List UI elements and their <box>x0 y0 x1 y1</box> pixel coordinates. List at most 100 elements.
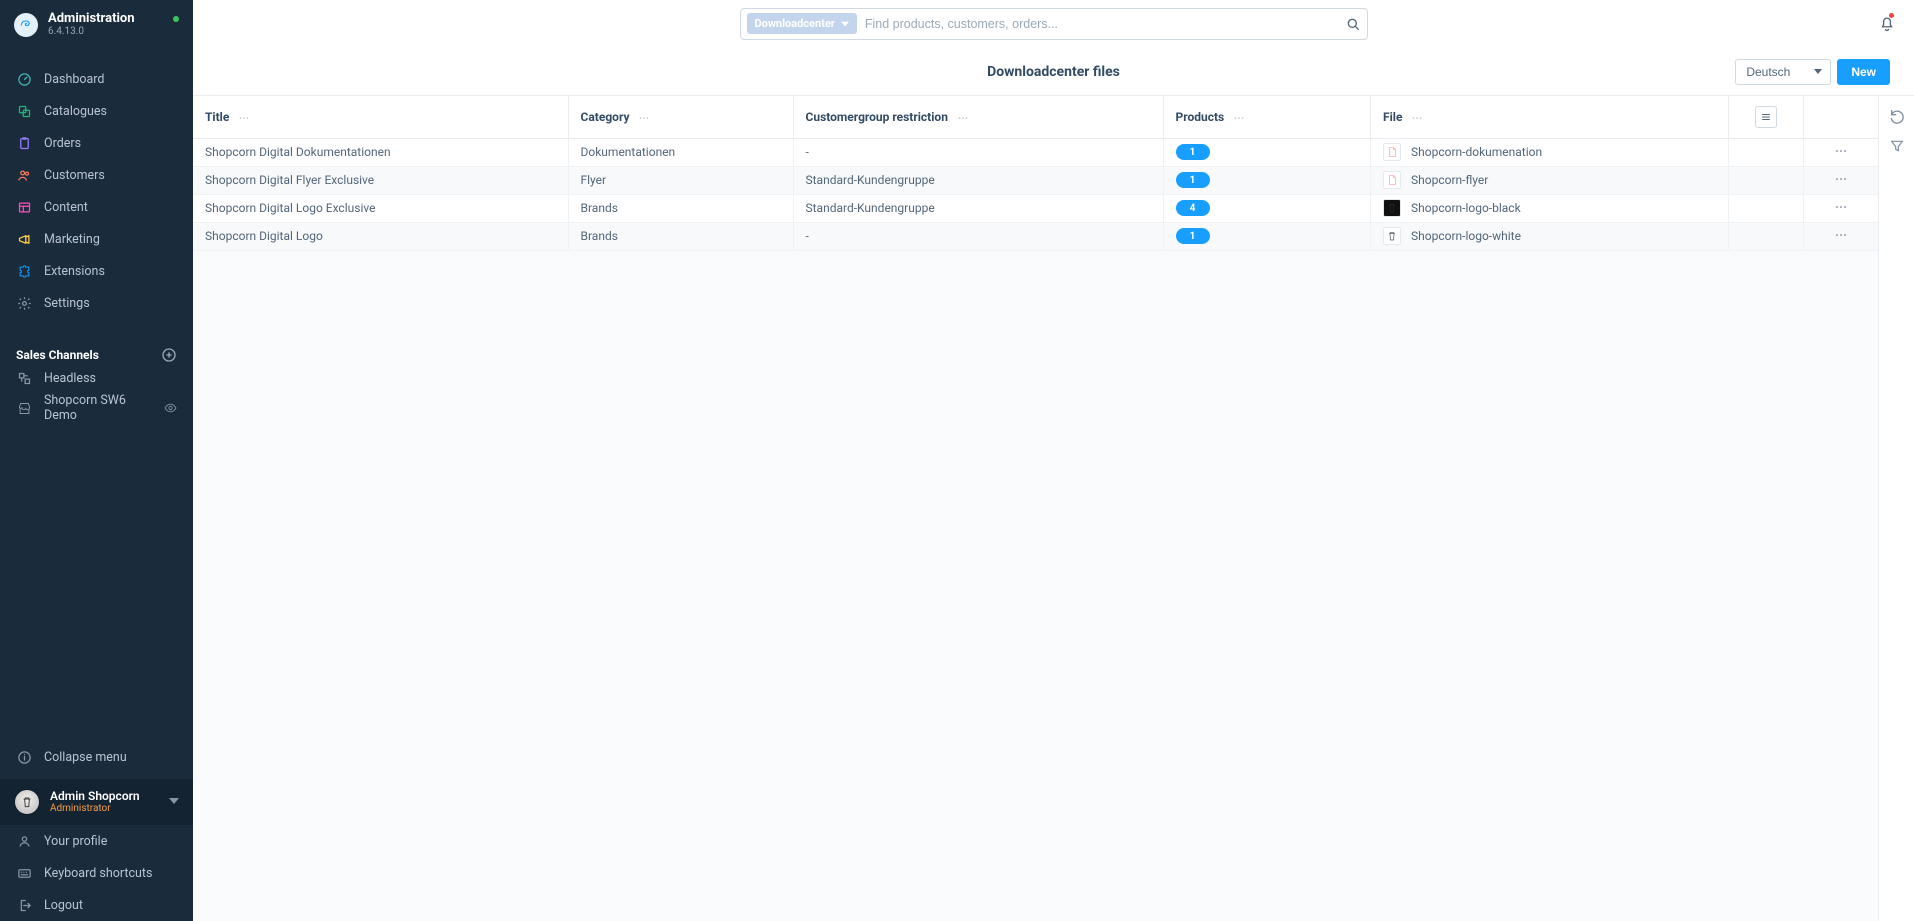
avatar <box>14 789 40 815</box>
channel-item-headless[interactable]: Headless <box>0 363 193 393</box>
products-badge: 1 <box>1176 144 1210 160</box>
search-input[interactable] <box>865 17 1337 31</box>
sidebar: Administration 6.4.13.0 DashboardCatalog… <box>0 0 193 921</box>
page-title: Downloadcenter files <box>193 64 1914 80</box>
side-rail <box>1878 96 1914 921</box>
cell-products: 1 <box>1163 138 1371 166</box>
row-actions-button[interactable] <box>1834 172 1848 186</box>
nav-item-content[interactable]: Content <box>0 191 193 223</box>
language-select[interactable]: Deutsch <box>1735 59 1831 85</box>
clipboard-icon <box>16 135 32 151</box>
collapse-menu-button[interactable]: Collapse menu <box>0 741 193 773</box>
column-header-file[interactable]: File <box>1371 96 1729 138</box>
user-role: Administrator <box>50 803 140 814</box>
nav-item-label: Settings <box>44 296 90 311</box>
cell-title: Shopcorn Digital Dokumentationen <box>193 138 568 166</box>
file-thumb-icon <box>1383 227 1401 245</box>
table-row[interactable]: Shopcorn Digital LogoBrands-1Shopcorn-lo… <box>193 222 1878 250</box>
cell-category: Flyer <box>568 166 793 194</box>
cell-title: Shopcorn Digital Logo <box>193 222 568 250</box>
eye-icon <box>164 401 177 415</box>
user-menu-keyboard-shortcuts[interactable]: Keyboard shortcuts <box>0 857 193 889</box>
cell-empty <box>1728 222 1803 250</box>
notification-dot-icon <box>1889 13 1894 18</box>
cell-category: Brands <box>568 222 793 250</box>
table-row[interactable]: Shopcorn Digital DokumentationenDokument… <box>193 138 1878 166</box>
search-type-chip[interactable]: Downloadcenter <box>747 13 857 34</box>
content: Title Category Customergroup restriction <box>193 96 1914 921</box>
row-actions-button[interactable] <box>1834 200 1848 214</box>
puzzle-icon <box>16 263 32 279</box>
collapse-menu-label: Collapse menu <box>44 750 127 765</box>
column-menu-icon[interactable] <box>238 112 256 124</box>
sales-channels-title: Sales Channels <box>16 348 99 362</box>
user-icon <box>16 833 32 849</box>
user-menu-logout[interactable]: Logout <box>0 889 193 921</box>
table-row[interactable]: Shopcorn Digital Logo ExclusiveBrandsSta… <box>193 194 1878 222</box>
cell-products: 1 <box>1163 166 1371 194</box>
search-type-label: Downloadcenter <box>755 17 835 30</box>
global-search: Downloadcenter <box>740 8 1368 40</box>
store-icon <box>16 400 32 416</box>
cell-empty <box>1728 166 1803 194</box>
nav-item-catalogues[interactable]: Catalogues <box>0 95 193 127</box>
nav-item-dashboard[interactable]: Dashboard <box>0 63 193 95</box>
user-menu-toggle[interactable]: Admin Shopcorn Administrator <box>0 779 193 825</box>
main: Downloadcenter Downloadcenter files Deut… <box>193 0 1914 921</box>
nav-item-orders[interactable]: Orders <box>0 127 193 159</box>
stack-icon <box>16 103 32 119</box>
column-menu-icon[interactable] <box>957 112 975 124</box>
app-version: 6.4.13.0 <box>48 26 135 37</box>
nav-item-marketing[interactable]: Marketing <box>0 223 193 255</box>
column-settings-button[interactable] <box>1755 106 1777 128</box>
cell-restriction: Standard-Kundengruppe <box>793 166 1163 194</box>
column-menu-icon[interactable] <box>1411 112 1429 124</box>
file-thumb-icon <box>1383 171 1401 189</box>
channel-label: Shopcorn SW6 Demo <box>44 393 152 423</box>
notifications-button[interactable] <box>1878 14 1896 32</box>
cell-restriction: Standard-Kundengruppe <box>793 194 1163 222</box>
search-icon[interactable] <box>1345 16 1361 32</box>
user-name: Admin Shopcorn <box>50 790 140 803</box>
keyboard-icon <box>16 865 32 881</box>
file-name: Shopcorn-dokumenation <box>1411 145 1542 159</box>
nav-item-extensions[interactable]: Extensions <box>0 255 193 287</box>
layout-icon <box>16 199 32 215</box>
table-row[interactable]: Shopcorn Digital Flyer ExclusiveFlyerSta… <box>193 166 1878 194</box>
channel-item-shopcorn-sw6-demo[interactable]: Shopcorn SW6 Demo <box>0 393 193 423</box>
cell-products: 1 <box>1163 222 1371 250</box>
row-actions-button[interactable] <box>1834 144 1848 158</box>
file-name: Shopcorn-flyer <box>1411 173 1488 187</box>
sales-channels-header: Sales Channels <box>0 347 193 363</box>
nav-item-label: Extensions <box>44 264 105 279</box>
filter-button[interactable] <box>1889 138 1905 154</box>
topbar: Downloadcenter <box>193 0 1914 48</box>
add-sales-channel-button[interactable] <box>161 347 177 363</box>
cell-category: Brands <box>568 194 793 222</box>
gear-icon <box>16 295 32 311</box>
column-menu-icon[interactable] <box>638 112 656 124</box>
chevron-down-icon <box>841 20 849 28</box>
column-menu-icon[interactable] <box>1233 112 1251 124</box>
nav-item-customers[interactable]: Customers <box>0 159 193 191</box>
cell-actions <box>1803 222 1878 250</box>
products-badge: 1 <box>1176 228 1210 244</box>
page-header: Downloadcenter files Deutsch New <box>193 48 1914 96</box>
column-header-restriction[interactable]: Customergroup restriction <box>793 96 1163 138</box>
cell-products: 4 <box>1163 194 1371 222</box>
nav-item-settings[interactable]: Settings <box>0 287 193 319</box>
reset-button[interactable] <box>1889 108 1905 124</box>
column-header-products[interactable]: Products <box>1163 96 1371 138</box>
files-table: Title Category Customergroup restriction <box>193 96 1878 251</box>
nav-item-label: Marketing <box>44 232 100 247</box>
row-actions-button[interactable] <box>1834 228 1848 242</box>
products-badge: 4 <box>1176 200 1210 216</box>
new-button[interactable]: New <box>1837 59 1890 85</box>
user-menu-your-profile[interactable]: Your profile <box>0 825 193 857</box>
chevron-down-icon <box>169 795 179 810</box>
column-header-category[interactable]: Category <box>568 96 793 138</box>
cell-actions <box>1803 138 1878 166</box>
cell-file: Shopcorn-logo-white <box>1371 222 1729 250</box>
column-header-title[interactable]: Title <box>193 96 568 138</box>
nav-item-label: Catalogues <box>44 104 107 119</box>
